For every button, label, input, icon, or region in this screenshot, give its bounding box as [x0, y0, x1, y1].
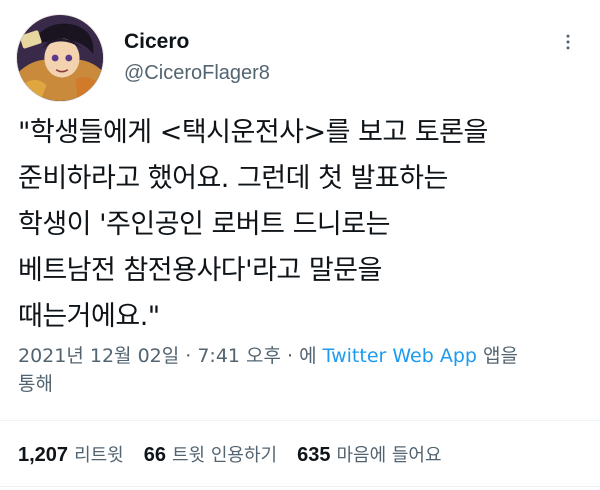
source-link[interactable]: Twitter Web App [323, 345, 477, 367]
divider [0, 486, 600, 487]
quotes-label: 트윗 인용하기 [172, 445, 278, 466]
tweet-text-line: 때는거에요." [18, 301, 160, 332]
meta-line: 2021년 12월 02일 · 7:41 오후 · 에 Twitter Web … [18, 342, 588, 370]
more-vertical-icon [566, 34, 570, 50]
tweet-text-line: 베트남전 참전용사다'라고 말문을 [18, 255, 382, 286]
meta-suffix-line2: 통해 [18, 373, 53, 395]
tweet-card: Cicero @CiceroFlager8 "학생들에게 <택시운전사>를 보고… [0, 0, 600, 490]
avatar[interactable] [16, 14, 104, 102]
quotes-count: 66 [143, 444, 166, 466]
anime-character-avatar-icon [17, 15, 103, 101]
tweet-text-line: "학생들에게 <택시운전사>를 보고 토론을 [18, 117, 488, 148]
likes-label: 마음에 들어요 [336, 445, 442, 466]
tweet-meta: 2021년 12월 02일 · 7:41 오후 · 에 Twitter Web … [18, 342, 588, 398]
tweet-text: "학생들에게 <택시운전사>를 보고 토론을 준비하라고 했어요. 그런데 첫 … [18, 110, 588, 340]
quotes-stat[interactable]: 66 트윗 인용하기 [144, 441, 277, 467]
likes-stat[interactable]: 635 마음에 들어요 [297, 441, 441, 467]
meta-suffix: 앱을 [476, 345, 518, 367]
user-handle[interactable]: @CiceroFlager8 [124, 62, 270, 85]
display-name[interactable]: Cicero [124, 30, 189, 54]
more-options-button[interactable] [556, 30, 580, 54]
retweets-label: 리트윗 [74, 445, 124, 466]
retweets-count: 1,207 [18, 444, 69, 466]
likes-count: 635 [297, 444, 331, 466]
tweet-text-line: 준비하라고 했어요. 그런데 첫 발표하는 [18, 163, 448, 194]
tweet-timestamp[interactable]: 2021년 12월 02일 · 7:41 오후 · 에 [18, 345, 323, 367]
divider [0, 420, 600, 421]
tweet-text-line: 학생이 '주인공인 로버트 드니로는 [18, 209, 390, 240]
engagement-stats: 1,207 리트윗 66 트윗 인용하기 635 마음에 들어요 [18, 440, 462, 468]
retweets-stat[interactable]: 1,207 리트윗 [18, 441, 124, 467]
